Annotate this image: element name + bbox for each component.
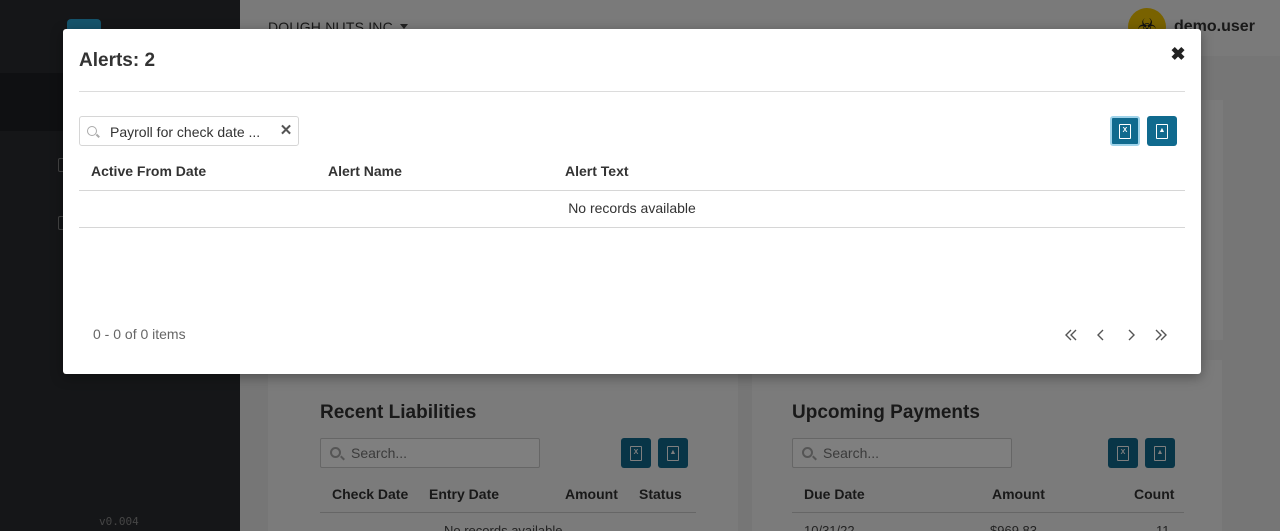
first-page-icon[interactable]: [1061, 325, 1081, 345]
dialog-title: Alerts: 2: [79, 50, 156, 71]
col-alert-text[interactable]: Alert Text: [565, 163, 629, 179]
excel-icon: X: [1119, 123, 1131, 139]
table-header-divider: [79, 190, 1185, 191]
clear-search-icon[interactable]: ✕: [278, 122, 294, 140]
export-excel-button[interactable]: X: [1110, 116, 1140, 146]
dialog-divider: [79, 91, 1185, 92]
next-page-icon[interactable]: [1121, 325, 1141, 345]
close-icon[interactable]: ✖: [1167, 43, 1189, 65]
search-icon: [87, 126, 97, 136]
pdf-icon: ▲: [1156, 123, 1168, 139]
empty-state: No records available: [568, 200, 696, 216]
alerts-search[interactable]: ✕: [79, 116, 299, 146]
col-active-from-date[interactable]: Active From Date: [91, 163, 206, 179]
pager-info: 0 - 0 of 0 items: [93, 326, 186, 342]
alerts-search-input[interactable]: [110, 123, 270, 140]
alerts-dialog: Alerts: 2 ✖ ✕ X ▲ Active From Date Alert…: [63, 29, 1201, 374]
last-page-icon[interactable]: [1151, 325, 1171, 345]
export-pdf-button[interactable]: ▲: [1147, 116, 1177, 146]
col-alert-name[interactable]: Alert Name: [328, 163, 402, 179]
table-bottom-divider: [79, 227, 1185, 228]
prev-page-icon[interactable]: [1091, 325, 1111, 345]
